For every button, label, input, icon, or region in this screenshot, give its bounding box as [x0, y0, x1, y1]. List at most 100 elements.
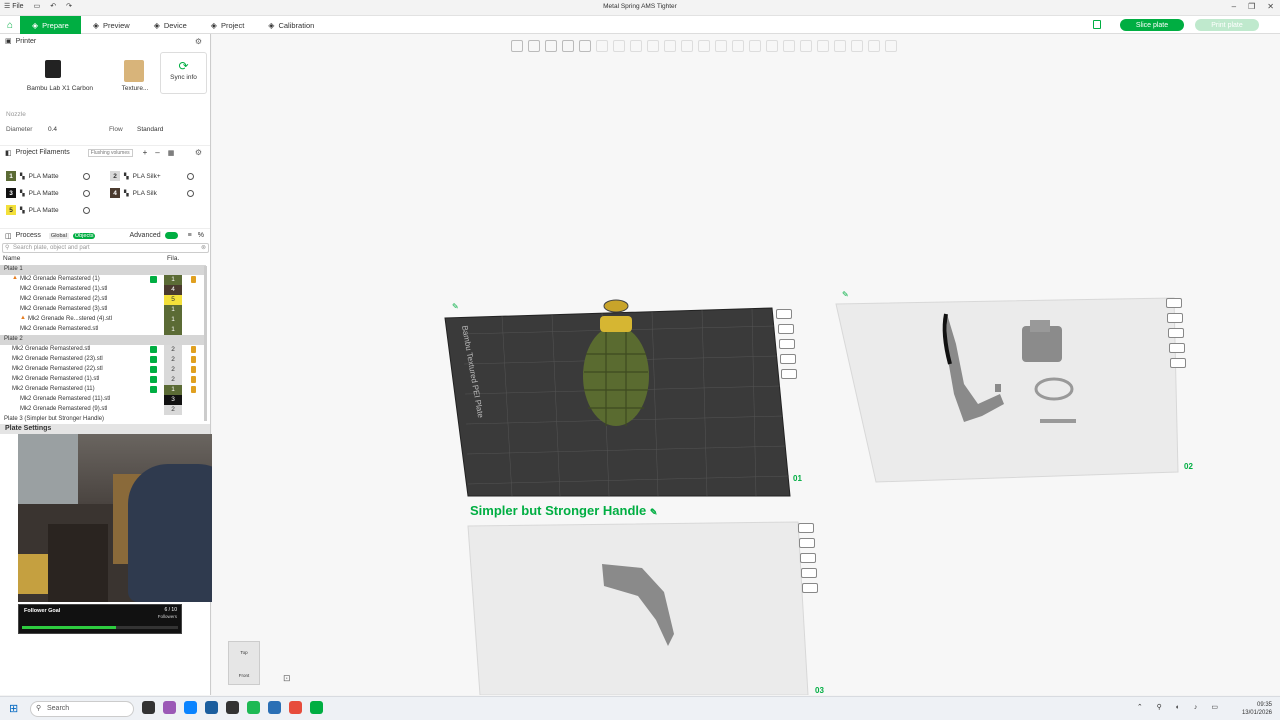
object-filament-badge[interactable]: 4: [164, 285, 182, 295]
object-list-scrollbar[interactable]: [204, 266, 207, 421]
color-paint-icon[interactable]: [732, 40, 744, 52]
object-visible-checkbox[interactable]: [150, 356, 157, 363]
plate1-settings-icon[interactable]: [781, 369, 797, 379]
filament-number-badge[interactable]: 2: [110, 171, 120, 181]
printer-image[interactable]: [45, 60, 61, 78]
objects-toggle[interactable]: Objects: [72, 232, 96, 239]
object-filament-badge[interactable]: 5: [164, 295, 182, 305]
plate3-arrange-icon[interactable]: [799, 538, 815, 548]
object-filament-badge[interactable]: 1: [164, 385, 182, 395]
obs-icon[interactable]: [226, 701, 239, 714]
object-filament-badge[interactable]: 1: [164, 305, 182, 315]
spotify-icon[interactable]: [247, 701, 260, 714]
tab-calibration[interactable]: ◈ Calibration: [256, 16, 326, 34]
plate3-settings-icon[interactable]: [802, 583, 818, 593]
mesh-boolean-icon[interactable]: [681, 40, 693, 52]
filament-edit-icon[interactable]: [82, 206, 90, 214]
filament-item-4[interactable]: 4 ▚ PLA Silk: [110, 188, 194, 198]
plate3-title[interactable]: Simpler but Stronger Handle ✎: [470, 503, 657, 518]
plate2-settings-icon[interactable]: [1170, 358, 1186, 368]
edge-icon[interactable]: [184, 701, 197, 714]
object-filament-badge[interactable]: 1: [164, 325, 182, 335]
assembly-icon[interactable]: [783, 40, 795, 52]
object-row[interactable]: Mk2 Grenade Remastered (2).stl 5: [0, 295, 206, 305]
lock-icon[interactable]: [191, 386, 196, 393]
tab-device[interactable]: ◈ Device: [142, 16, 199, 34]
lock-icon[interactable]: [191, 366, 196, 373]
filament-item-2[interactable]: 2 ▚ PLA Silk+: [110, 171, 194, 181]
text-icon[interactable]: [749, 40, 761, 52]
filament-edit-icon[interactable]: [82, 189, 90, 197]
object-row[interactable]: Mk2 Grenade Remastered (23).stl 2: [0, 355, 206, 365]
object-visible-checkbox[interactable]: [150, 346, 157, 353]
tab-preview[interactable]: ◈ Preview: [81, 16, 142, 34]
object-row[interactable]: ▲ Mk2 Grenade Remastered (1) 1: [0, 275, 206, 285]
filament-name[interactable]: PLA Silk+: [133, 173, 183, 180]
slice-plate-button[interactable]: Slice plate: [1120, 19, 1184, 31]
object-visible-checkbox[interactable]: [150, 376, 157, 383]
plate3-delete-icon[interactable]: [798, 523, 814, 533]
plate-row[interactable]: Plate 1: [0, 265, 206, 275]
object-row[interactable]: Mk2 Grenade Remastered (22).stl 2: [0, 365, 206, 375]
object-filament-badge[interactable]: 2: [164, 405, 182, 415]
filament-grid-icon[interactable]: ▦: [168, 149, 175, 157]
object-filament-badge[interactable]: 2: [164, 355, 182, 365]
object-row[interactable]: Mk2 Grenade Remastered.stl 2: [0, 345, 206, 355]
home-icon[interactable]: ⌂: [0, 16, 20, 34]
process-compare-icon[interactable]: %: [198, 232, 204, 239]
filament-number-badge[interactable]: 3: [6, 188, 16, 198]
plate-layout-icon[interactable]: [562, 40, 574, 52]
start-icon[interactable]: ⊞: [9, 702, 18, 715]
plate3-bed[interactable]: [467, 521, 809, 695]
filament-edit-icon[interactable]: [186, 189, 194, 197]
filament-edit-icon[interactable]: [82, 172, 90, 180]
measure-icon[interactable]: [766, 40, 778, 52]
object-filament-badge[interactable]: 3: [164, 395, 182, 405]
split-icon[interactable]: [579, 40, 591, 52]
plate1-lock-icon[interactable]: [780, 354, 796, 364]
object-filament-badge[interactable]: 1: [164, 315, 182, 325]
seam-paint-icon[interactable]: [715, 40, 727, 52]
plate2-delete-icon[interactable]: [1166, 298, 1182, 308]
wand-icon[interactable]: [868, 40, 880, 52]
object-visible-checkbox[interactable]: [150, 386, 157, 393]
plate1-edit-icon[interactable]: ✎: [452, 302, 459, 311]
plate2-arrange-icon[interactable]: [1167, 313, 1183, 323]
system-tray-icons[interactable]: ⌃ ⚲ ◐ ♪ ▭: [1137, 703, 1224, 711]
filament-name[interactable]: PLA Matte: [29, 190, 79, 197]
object-row[interactable]: Mk2 Grenade Remastered (11) 1: [0, 385, 206, 395]
taskbar-clock[interactable]: 09:35 13/01/2026: [1242, 701, 1272, 717]
plate1-orient-icon[interactable]: [779, 339, 795, 349]
lock-icon[interactable]: [191, 356, 196, 363]
object-row[interactable]: Mk2 Grenade Remastered (1).stl 4: [0, 285, 206, 295]
filament-number-badge[interactable]: 1: [6, 171, 16, 181]
flow-value[interactable]: Standard: [137, 126, 163, 133]
object-row[interactable]: Mk2 Grenade Remastered.stl 1: [0, 325, 206, 335]
object-row[interactable]: Mk2 Grenade Remastered (9).stl 2: [0, 405, 206, 415]
advanced-toggle[interactable]: [164, 232, 178, 239]
tab-project[interactable]: ◈ Project: [199, 16, 257, 34]
plate2-lock-icon[interactable]: [1169, 343, 1185, 353]
plate1-arrange-icon[interactable]: [778, 324, 794, 334]
restore-icon[interactable]: ❐: [1248, 2, 1255, 11]
remove-filament-icon[interactable]: –: [155, 148, 159, 157]
taskbar-search[interactable]: ⚲ Search: [30, 701, 134, 717]
cut-icon[interactable]: [664, 40, 676, 52]
filament-edit-icon[interactable]: [186, 172, 194, 180]
plate2-edit-icon[interactable]: ✎: [842, 290, 849, 299]
store-icon[interactable]: [205, 701, 218, 714]
plate-row[interactable]: Plate 2: [0, 335, 206, 345]
lock-icon[interactable]: [191, 346, 196, 353]
object-filament-badge[interactable]: 1: [164, 275, 182, 285]
process-list-icon[interactable]: ≡: [188, 232, 192, 239]
filament-name[interactable]: PLA Matte: [29, 173, 79, 180]
view-cube-front[interactable]: Front: [229, 673, 259, 678]
chrome-icon[interactable]: [289, 701, 302, 714]
plate2-bed[interactable]: [835, 297, 1179, 483]
variable-layer-icon[interactable]: [800, 40, 812, 52]
filament-item-3[interactable]: 3 ▚ PLA Matte: [6, 188, 90, 198]
filament-number-badge[interactable]: 4: [110, 188, 120, 198]
object-search-input[interactable]: ⚲ Search plate, object and part ⊗: [2, 243, 209, 253]
global-toggle[interactable]: Global: [48, 232, 69, 239]
lay-flat-icon[interactable]: [647, 40, 659, 52]
